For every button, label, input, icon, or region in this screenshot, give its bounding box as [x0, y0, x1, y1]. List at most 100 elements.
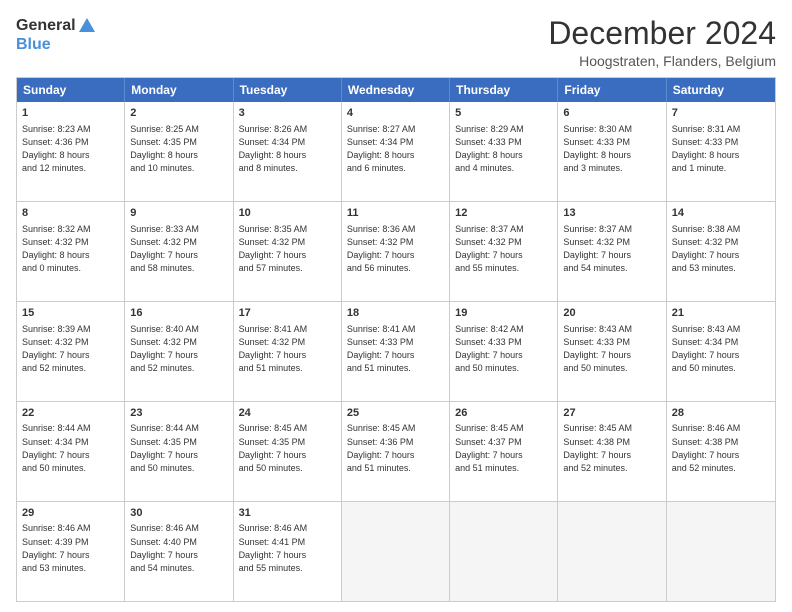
cell-info: Sunrise: 8:39 AMSunset: 4:32 PMDaylight:… — [22, 324, 91, 374]
day-number: 14 — [672, 206, 770, 221]
cell-info: Sunrise: 8:37 AMSunset: 4:32 PMDaylight:… — [455, 224, 524, 274]
calendar-cell: 17Sunrise: 8:41 AMSunset: 4:32 PMDayligh… — [234, 302, 342, 401]
cell-info: Sunrise: 8:23 AMSunset: 4:36 PMDaylight:… — [22, 124, 91, 174]
calendar-week: 22Sunrise: 8:44 AMSunset: 4:34 PMDayligh… — [17, 402, 775, 502]
day-number: 21 — [672, 306, 770, 321]
day-number: 29 — [22, 506, 119, 521]
calendar-cell: 22Sunrise: 8:44 AMSunset: 4:34 PMDayligh… — [17, 402, 125, 501]
calendar: SundayMondayTuesdayWednesdayThursdayFrid… — [16, 77, 776, 602]
calendar-body: 1 Sunrise: 8:23 AMSunset: 4:36 PMDaylight… — [17, 102, 775, 601]
day-number: 10 — [239, 206, 336, 221]
header: General Blue December 2024 Hoogstraten, … — [16, 16, 776, 69]
cell-info: Sunrise: 8:45 AMSunset: 4:37 PMDaylight:… — [455, 423, 524, 473]
day-number: 20 — [563, 306, 660, 321]
calendar-cell: 12 Sunrise: 8:37 AMSunset: 4:32 PMDayligh… — [450, 202, 558, 301]
day-number: 22 — [22, 406, 119, 421]
calendar-cell: 13Sunrise: 8:37 AMSunset: 4:32 PMDayligh… — [558, 202, 666, 301]
calendar-cell — [450, 502, 558, 601]
cell-info: Sunrise: 8:46 AMSunset: 4:40 PMDaylight:… — [130, 523, 199, 573]
day-number: 4 — [347, 106, 444, 121]
day-number: 31 — [239, 506, 336, 521]
calendar-cell: 15 Sunrise: 8:39 AMSunset: 4:32 PMDayligh… — [17, 302, 125, 401]
day-number: 28 — [672, 406, 770, 421]
calendar-header: SundayMondayTuesdayWednesdayThursdayFrid… — [17, 78, 775, 102]
calendar-cell: 29 Sunrise: 8:46 AMSunset: 4:39 PMDayligh… — [17, 502, 125, 601]
cell-info: Sunrise: 8:26 AMSunset: 4:34 PMDaylight:… — [239, 124, 308, 174]
day-number: 15 — [22, 306, 119, 321]
calendar-day-header: Friday — [558, 78, 666, 102]
logo-icon — [77, 16, 97, 36]
calendar-cell: 9 Sunrise: 8:33 AMSunset: 4:32 PMDaylight… — [125, 202, 233, 301]
logo-general: General — [16, 17, 76, 35]
calendar-cell: 10Sunrise: 8:35 AMSunset: 4:32 PMDayligh… — [234, 202, 342, 301]
calendar-day-header: Saturday — [667, 78, 775, 102]
cell-info: Sunrise: 8:29 AMSunset: 4:33 PMDaylight:… — [455, 124, 524, 174]
cell-info: Sunrise: 8:37 AMSunset: 4:32 PMDaylight:… — [563, 224, 632, 274]
day-number: 11 — [347, 206, 444, 221]
cell-info: Sunrise: 8:43 AMSunset: 4:34 PMDaylight:… — [672, 324, 741, 374]
cell-info: Sunrise: 8:31 AMSunset: 4:33 PMDaylight:… — [672, 124, 741, 174]
day-number: 25 — [347, 406, 444, 421]
calendar-cell — [558, 502, 666, 601]
day-number: 19 — [455, 306, 552, 321]
calendar-cell: 2 Sunrise: 8:25 AMSunset: 4:35 PMDaylight… — [125, 102, 233, 201]
day-number: 9 — [130, 206, 227, 221]
calendar-cell: 25Sunrise: 8:45 AMSunset: 4:36 PMDayligh… — [342, 402, 450, 501]
calendar-cell — [342, 502, 450, 601]
day-number: 5 — [455, 106, 552, 121]
cell-info: Sunrise: 8:25 AMSunset: 4:35 PMDaylight:… — [130, 124, 199, 174]
calendar-cell: 7 Sunrise: 8:31 AMSunset: 4:33 PMDaylight… — [667, 102, 775, 201]
cell-info: Sunrise: 8:38 AMSunset: 4:32 PMDaylight:… — [672, 224, 741, 274]
cell-info: Sunrise: 8:44 AMSunset: 4:35 PMDaylight:… — [130, 423, 199, 473]
day-number: 27 — [563, 406, 660, 421]
calendar-cell: 18 Sunrise: 8:41 AMSunset: 4:33 PMDayligh… — [342, 302, 450, 401]
calendar-cell — [667, 502, 775, 601]
logo-blue: Blue — [16, 36, 51, 54]
calendar-cell: 26 Sunrise: 8:45 AMSunset: 4:37 PMDayligh… — [450, 402, 558, 501]
subtitle: Hoogstraten, Flanders, Belgium — [548, 53, 776, 69]
day-number: 1 — [22, 106, 119, 121]
day-number: 18 — [347, 306, 444, 321]
calendar-cell: 30Sunrise: 8:46 AMSunset: 4:40 PMDayligh… — [125, 502, 233, 601]
calendar-cell: 1 Sunrise: 8:23 AMSunset: 4:36 PMDaylight… — [17, 102, 125, 201]
cell-info: Sunrise: 8:32 AMSunset: 4:32 PMDaylight:… — [22, 224, 91, 274]
day-number: 17 — [239, 306, 336, 321]
main-title: December 2024 — [548, 16, 776, 51]
day-number: 2 — [130, 106, 227, 121]
page: General Blue December 2024 Hoogstraten, … — [0, 0, 792, 612]
cell-info: Sunrise: 8:30 AMSunset: 4:33 PMDaylight:… — [563, 124, 632, 174]
day-number: 12 — [455, 206, 552, 221]
day-number: 7 — [672, 106, 770, 121]
calendar-cell: 6 Sunrise: 8:30 AMSunset: 4:33 PMDaylight… — [558, 102, 666, 201]
calendar-week: 15 Sunrise: 8:39 AMSunset: 4:32 PMDayligh… — [17, 302, 775, 402]
calendar-cell: 28 Sunrise: 8:46 AMSunset: 4:38 PMDayligh… — [667, 402, 775, 501]
cell-info: Sunrise: 8:46 AMSunset: 4:39 PMDaylight:… — [22, 523, 91, 573]
cell-info: Sunrise: 8:45 AMSunset: 4:35 PMDaylight:… — [239, 423, 308, 473]
cell-info: Sunrise: 8:41 AMSunset: 4:33 PMDaylight:… — [347, 324, 416, 374]
calendar-day-header: Monday — [125, 78, 233, 102]
cell-info: Sunrise: 8:45 AMSunset: 4:38 PMDaylight:… — [563, 423, 632, 473]
calendar-cell: 3 Sunrise: 8:26 AMSunset: 4:34 PMDaylight… — [234, 102, 342, 201]
cell-info: Sunrise: 8:43 AMSunset: 4:33 PMDaylight:… — [563, 324, 632, 374]
day-number: 23 — [130, 406, 227, 421]
calendar-cell: 27 Sunrise: 8:45 AMSunset: 4:38 PMDayligh… — [558, 402, 666, 501]
day-number: 3 — [239, 106, 336, 121]
calendar-cell: 20 Sunrise: 8:43 AMSunset: 4:33 PMDayligh… — [558, 302, 666, 401]
logo: General Blue — [16, 16, 98, 54]
cell-info: Sunrise: 8:46 AMSunset: 4:38 PMDaylight:… — [672, 423, 741, 473]
calendar-day-header: Wednesday — [342, 78, 450, 102]
calendar-cell: 21 Sunrise: 8:43 AMSunset: 4:34 PMDayligh… — [667, 302, 775, 401]
calendar-cell: 23 Sunrise: 8:44 AMSunset: 4:35 PMDayligh… — [125, 402, 233, 501]
calendar-week: 29 Sunrise: 8:46 AMSunset: 4:39 PMDayligh… — [17, 502, 775, 601]
calendar-cell: 11Sunrise: 8:36 AMSunset: 4:32 PMDayligh… — [342, 202, 450, 301]
day-number: 6 — [563, 106, 660, 121]
day-number: 8 — [22, 206, 119, 221]
day-number: 26 — [455, 406, 552, 421]
calendar-cell: 31Sunrise: 8:46 AMSunset: 4:41 PMDayligh… — [234, 502, 342, 601]
calendar-cell: 14 Sunrise: 8:38 AMSunset: 4:32 PMDayligh… — [667, 202, 775, 301]
calendar-cell: 8 Sunrise: 8:32 AMSunset: 4:32 PMDaylight… — [17, 202, 125, 301]
day-number: 16 — [130, 306, 227, 321]
calendar-week: 1 Sunrise: 8:23 AMSunset: 4:36 PMDaylight… — [17, 102, 775, 202]
cell-info: Sunrise: 8:33 AMSunset: 4:32 PMDaylight:… — [130, 224, 199, 274]
cell-info: Sunrise: 8:40 AMSunset: 4:32 PMDaylight:… — [130, 324, 199, 374]
